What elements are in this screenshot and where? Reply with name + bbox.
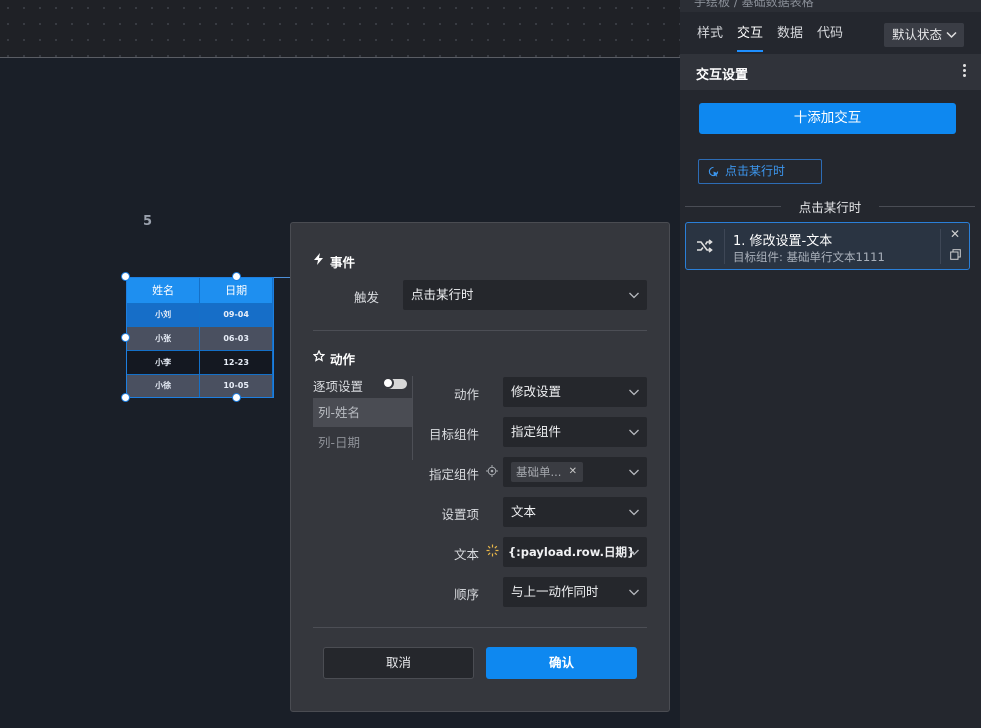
table-widget[interactable]: 姓名 日期 小刘 09-04 小张 06-03 小李 12-23 小徐 10-0… [126,277,274,398]
trigger-select-value: 点击某行时 [411,287,474,302]
target-component-select[interactable]: 指定组件 [503,417,647,447]
per-item-toggle[interactable] [382,377,407,389]
table-header-date: 日期 [199,278,273,303]
chevron-down-icon [629,469,639,476]
text-value-select[interactable]: {:payload.row.日期} [503,537,647,567]
table-cell-name: 小刘 [127,302,201,327]
chevron-down-icon [629,429,639,436]
table-row[interactable]: 小李 12-23 [127,349,273,375]
resize-handle-bottom-left[interactable] [121,393,130,402]
specified-component-label: 指定组件 [428,467,479,482]
specified-component-select[interactable]: 基础单... ✕ [503,457,647,487]
more-options-icon[interactable] [961,64,967,80]
chevron-down-icon [629,389,639,396]
card-separator [724,229,725,264]
table-cell-date: 06-03 [199,326,273,351]
chevron-down-icon [629,549,639,556]
component-chip: 基础单... ✕ [511,462,583,482]
chip-remove-icon[interactable]: ✕ [569,462,577,482]
resize-handle-left[interactable] [121,333,130,342]
section-divider [313,330,647,331]
table-cell-date: 09-04 [199,302,273,327]
cancel-button[interactable]: 取消 [323,647,474,679]
canvas-ruler-strip [0,0,680,58]
target-component-label: 目标组件 [428,427,479,442]
per-item-label: 逐项设置 [313,379,364,394]
card-separator [940,229,941,264]
shuffle-icon [697,239,713,253]
state-select[interactable]: 默认状态 [884,23,964,47]
section-title: 交互设置 [696,68,749,83]
order-label: 顺序 [453,587,479,602]
footer-divider [313,627,647,628]
action-card[interactable]: 1. 修改设置-文本 目标组件: 基础单行文本1111 ✕ [685,222,970,270]
close-icon[interactable]: ✕ [950,227,960,241]
setting-item-value: 文本 [511,504,537,519]
tab-data[interactable]: 数据 [777,20,803,52]
action-select-value: 修改设置 [511,384,562,399]
canvas-number-label: 5 [143,214,153,229]
trigger-label: 触发 [353,290,379,305]
chevron-down-icon [629,292,639,299]
action-select[interactable]: 修改设置 [503,377,647,407]
breadcrumb: 手绘板 / 基础数据表格 [680,0,981,12]
event-section-heading: 事件 [313,252,355,271]
magic-wand-icon[interactable] [486,544,499,557]
confirm-button[interactable]: 确认 [486,647,637,679]
interaction-dialog: 事件 触发 点击某行时 动作 逐项设置 列-姓名 列-日期 动作 修改设置 目标… [290,222,670,712]
trigger-select[interactable]: 点击某行时 [403,280,647,310]
column-separator [412,376,413,460]
interaction-settings-header: 交互设置 [680,54,981,90]
lightning-icon [314,253,323,265]
breadcrumb-text: 手绘板 / 基础数据表格 [694,0,814,9]
list-item-column-date[interactable]: 列-日期 [313,428,412,457]
state-select-value: 默认状态 [892,27,943,42]
resize-handle-bottom[interactable] [232,393,241,402]
setting-item-select[interactable]: 文本 [503,497,647,527]
table-cell-name: 小李 [127,349,201,375]
action-section-heading: 动作 [313,349,355,368]
tab-interaction[interactable]: 交互 [737,20,764,52]
crosshair-target-icon[interactable] [486,465,498,477]
table-cell-name: 小徐 [127,373,201,397]
target-component-value: 指定组件 [511,424,562,439]
setting-item-label: 设置项 [441,507,479,522]
component-chip-label: 基础单... [516,465,562,479]
resize-handle-top[interactable] [232,272,241,281]
event-tag-label: 点击某行时 [725,164,786,178]
table-row[interactable]: 小刘 09-04 [127,302,273,327]
copy-icon[interactable] [950,249,961,260]
list-item-column-name[interactable]: 列-姓名 [313,398,412,427]
action-label: 动作 [453,387,479,402]
text-label: 文本 [453,547,479,562]
resize-handle-top-left[interactable] [121,272,130,281]
action-card-subtitle: 目标组件: 基础单行文本1111 [733,250,885,264]
table-row[interactable]: 小徐 10-05 [127,373,273,397]
text-value: {:payload.row.日期} [508,545,636,559]
action-star-icon [313,350,325,362]
table-row[interactable]: 小张 06-03 [127,326,273,351]
chevron-down-icon [946,31,957,39]
event-divider-label: 点击某行时 [685,197,975,215]
event-tag[interactable]: 点击某行时 [698,159,822,184]
table-cell-date: 12-23 [199,349,273,375]
chevron-down-icon [629,509,639,516]
order-select-value: 与上一动作同时 [511,584,599,599]
action-card-title: 1. 修改设置-文本 [733,234,833,249]
chevron-down-icon [629,589,639,596]
properties-panel: 手绘板 / 基础数据表格 样式 交互 数据 代码 默认状态 交互设置 十添加交互… [680,0,981,728]
click-pointer-icon [708,166,719,177]
tab-code[interactable]: 代码 [817,20,843,52]
add-interaction-button[interactable]: 十添加交互 [699,103,956,134]
table-header-name: 姓名 [127,278,201,303]
table-cell-name: 小张 [127,326,201,351]
order-select[interactable]: 与上一动作同时 [503,577,647,607]
tab-style[interactable]: 样式 [697,20,723,52]
